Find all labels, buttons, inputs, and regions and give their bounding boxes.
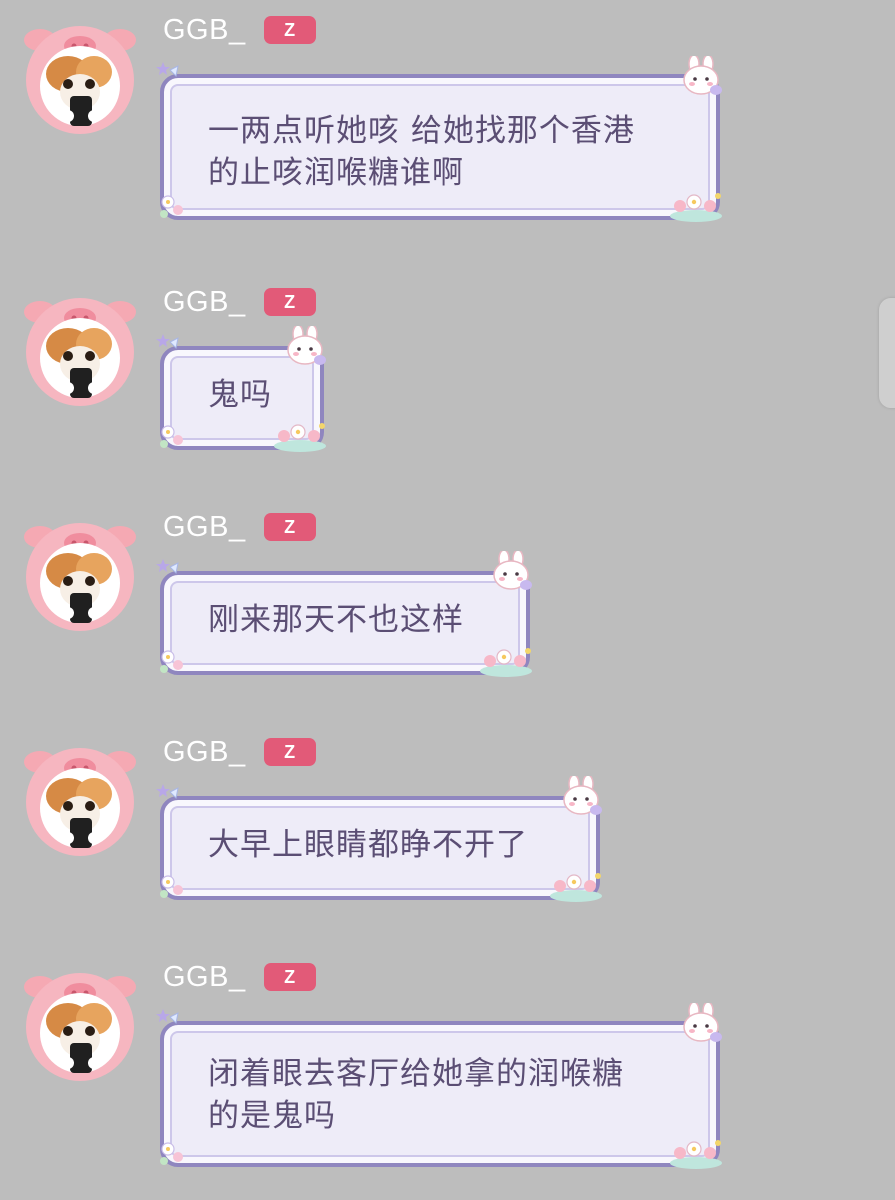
message-bubble[interactable]: 闭着眼去客厅给她拿的润喉糖 的是鬼吗 bbox=[156, 1003, 726, 1171]
message-bubble[interactable]: 一两点听她咳 给她找那个香港 的止咳润喉糖谁啊 bbox=[156, 56, 726, 224]
star-icon bbox=[156, 559, 179, 575]
message-text: 一两点听她咳 给她找那个香港 的止咳润喉糖谁啊 bbox=[208, 113, 635, 191]
bunny-sticker-icon bbox=[683, 56, 722, 95]
star-icon bbox=[156, 334, 179, 350]
flower-cluster-icon bbox=[670, 1140, 722, 1169]
sender-name: GGB_ bbox=[163, 13, 246, 46]
flower-cluster-icon bbox=[160, 195, 183, 218]
sender-name: GGB_ bbox=[163, 510, 246, 543]
flower-cluster-icon bbox=[480, 648, 532, 677]
star-icon bbox=[156, 784, 179, 800]
message-bubble[interactable]: 鬼吗 bbox=[156, 326, 330, 454]
star-icon bbox=[156, 62, 179, 78]
flower-cluster-icon bbox=[160, 875, 183, 898]
message-bubble[interactable]: 刚来那天不也这样 bbox=[156, 551, 536, 679]
flower-cluster-icon bbox=[274, 423, 326, 452]
message-text: 鬼吗 bbox=[208, 377, 272, 413]
member-badge: Z bbox=[263, 288, 316, 316]
star-icon bbox=[156, 1009, 179, 1025]
pig-hood-cat-avatar-icon[interactable] bbox=[22, 740, 138, 856]
member-badge: Z bbox=[263, 963, 316, 991]
member-badge: Z bbox=[263, 738, 316, 766]
bunny-sticker-icon bbox=[683, 1003, 722, 1042]
message-text: 闭着眼去客厅给她拿的润喉糖 的是鬼吗 bbox=[208, 1056, 624, 1134]
sender-name: GGB_ bbox=[163, 960, 246, 993]
message-bubble[interactable]: 大早上眼睛都睁不开了 bbox=[156, 776, 606, 904]
chat-message: GGB_ Z 刚来那天不也这样 bbox=[0, 497, 895, 687]
flower-cluster-icon bbox=[550, 873, 602, 902]
message-text: 刚来那天不也这样 bbox=[208, 602, 464, 638]
sender-name: GGB_ bbox=[163, 285, 246, 318]
bunny-sticker-icon bbox=[287, 326, 326, 365]
flower-cluster-icon bbox=[160, 425, 183, 448]
flower-cluster-icon bbox=[160, 1142, 183, 1165]
pig-hood-cat-avatar-icon[interactable] bbox=[22, 515, 138, 631]
pig-hood-cat-avatar-icon[interactable] bbox=[22, 290, 138, 406]
flower-cluster-icon bbox=[160, 650, 183, 673]
member-badge: Z bbox=[263, 513, 316, 541]
chat-message: GGB_ Z 一两点听她咳 给她找那个香港 的止咳润喉糖谁啊 bbox=[0, 0, 895, 230]
chat-message: GGB_ Z 鬼吗 bbox=[0, 272, 895, 462]
bunny-sticker-icon bbox=[493, 551, 532, 590]
message-text: 大早上眼睛都睁不开了 bbox=[208, 827, 528, 863]
bunny-sticker-icon bbox=[563, 776, 602, 815]
chat-message: GGB_ Z 大早上眼睛都睁不开了 bbox=[0, 722, 895, 912]
flower-cluster-icon bbox=[670, 193, 722, 222]
chat-message: GGB_ Z 闭着眼去客厅给她拿的润喉糖 的是鬼吗 bbox=[0, 947, 895, 1187]
member-badge: Z bbox=[263, 16, 316, 44]
sender-name: GGB_ bbox=[163, 735, 246, 768]
pig-hood-cat-avatar-icon[interactable] bbox=[22, 965, 138, 1081]
chat-message-list: GGB_ Z 一两点听她咳 给她找那个香港 的止咳润喉糖谁啊 GGB_ Z 鬼吗… bbox=[0, 0, 895, 1200]
pig-hood-cat-avatar-icon[interactable] bbox=[22, 18, 138, 134]
side-drawer-handle[interactable] bbox=[879, 298, 895, 408]
